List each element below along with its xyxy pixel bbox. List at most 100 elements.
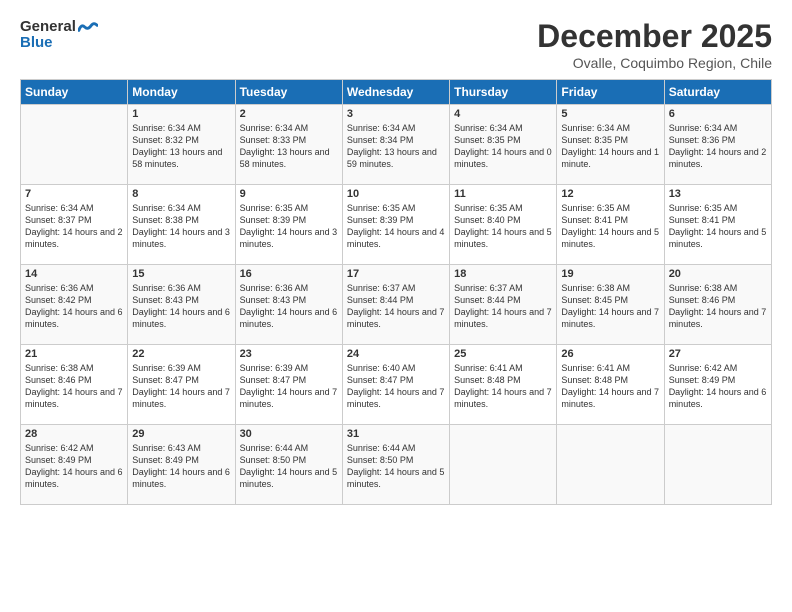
calendar-week-row: 14 Sunrise: 6:36 AMSunset: 8:42 PMDayligh… — [21, 265, 772, 345]
table-row: 11 Sunrise: 6:35 AMSunset: 8:40 PMDayligh… — [450, 185, 557, 265]
table-row: 16Sunrise: 6:36 AMSunset: 8:43 PMDayligh… — [235, 265, 342, 345]
cell-info: Sunrise: 6:35 AMSunset: 8:39 PMDaylight:… — [347, 202, 445, 251]
day-number: 14 — [25, 268, 123, 280]
day-number: 17 — [347, 268, 445, 280]
table-row: 1 Sunrise: 6:34 AMSunset: 8:32 PMDaylight… — [128, 105, 235, 185]
table-row — [21, 105, 128, 185]
table-row: 20 Sunrise: 6:38 AMSunset: 8:46 PMDayligh… — [664, 265, 771, 345]
cell-info: Sunrise: 6:42 AMSunset: 8:49 PMDaylight:… — [25, 442, 123, 491]
table-row: 9 Sunrise: 6:35 AMSunset: 8:39 PMDaylight… — [235, 185, 342, 265]
cell-info: Sunrise: 6:36 AMSunset: 8:43 PMDaylight:… — [132, 282, 230, 331]
day-number: 7 — [25, 188, 123, 200]
table-row: 14 Sunrise: 6:36 AMSunset: 8:42 PMDayligh… — [21, 265, 128, 345]
day-number: 30 — [240, 428, 338, 440]
location: Ovalle, Coquimbo Region, Chile — [537, 55, 772, 71]
table-row: 6 Sunrise: 6:34 AMSunset: 8:36 PMDaylight… — [664, 105, 771, 185]
day-number: 8 — [132, 188, 230, 200]
cell-info: Sunrise: 6:36 AMSunset: 8:42 PMDaylight:… — [25, 282, 123, 331]
table-row: 30Sunrise: 6:44 AMSunset: 8:50 PMDayligh… — [235, 425, 342, 505]
table-row: 8 Sunrise: 6:34 AMSunset: 8:38 PMDaylight… — [128, 185, 235, 265]
table-row: 15 Sunrise: 6:36 AMSunset: 8:43 PMDayligh… — [128, 265, 235, 345]
cell-info: Sunrise: 6:38 AMSunset: 8:46 PMDaylight:… — [25, 362, 123, 411]
month-title: December 2025 — [537, 18, 772, 55]
header-tuesday: Tuesday — [235, 80, 342, 105]
logo-blue-text: Blue — [20, 34, 98, 51]
header-sunday: Sunday — [21, 80, 128, 105]
header-friday: Friday — [557, 80, 664, 105]
calendar-week-row: 21Sunrise: 6:38 AMSunset: 8:46 PMDayligh… — [21, 345, 772, 425]
cell-info: Sunrise: 6:38 AMSunset: 8:46 PMDaylight:… — [669, 282, 767, 331]
table-row: 24Sunrise: 6:40 AMSunset: 8:47 PMDayligh… — [342, 345, 449, 425]
logo: General Blue — [20, 18, 98, 52]
day-number: 23 — [240, 348, 338, 360]
day-number: 29 — [132, 428, 230, 440]
day-number: 2 — [240, 108, 338, 120]
table-row: 10 Sunrise: 6:35 AMSunset: 8:39 PMDayligh… — [342, 185, 449, 265]
table-row: 5 Sunrise: 6:34 AMSunset: 8:35 PMDaylight… — [557, 105, 664, 185]
table-row: 22 Sunrise: 6:39 AMSunset: 8:47 PMDayligh… — [128, 345, 235, 425]
day-number: 19 — [561, 268, 659, 280]
table-row: 4Sunrise: 6:34 AMSunset: 8:35 PMDaylight… — [450, 105, 557, 185]
day-number: 24 — [347, 348, 445, 360]
table-row: 23Sunrise: 6:39 AMSunset: 8:47 PMDayligh… — [235, 345, 342, 425]
calendar-week-row: 28 Sunrise: 6:42 AMSunset: 8:49 PMDayligh… — [21, 425, 772, 505]
day-number: 9 — [240, 188, 338, 200]
day-number: 28 — [25, 428, 123, 440]
table-row: 19 Sunrise: 6:38 AMSunset: 8:45 PMDayligh… — [557, 265, 664, 345]
cell-info: Sunrise: 6:37 AMSunset: 8:44 PMDaylight:… — [347, 282, 445, 331]
cell-info: Sunrise: 6:35 AMSunset: 8:41 PMDaylight:… — [669, 202, 767, 251]
day-number: 3 — [347, 108, 445, 120]
table-row — [450, 425, 557, 505]
table-row: 3 Sunrise: 6:34 AMSunset: 8:34 PMDaylight… — [342, 105, 449, 185]
logo-general-text: General — [20, 18, 76, 35]
table-row: 13Sunrise: 6:35 AMSunset: 8:41 PMDayligh… — [664, 185, 771, 265]
header-wednesday: Wednesday — [342, 80, 449, 105]
day-number: 18 — [454, 268, 552, 280]
table-row: 25 Sunrise: 6:41 AMSunset: 8:48 PMDayligh… — [450, 345, 557, 425]
day-number: 6 — [669, 108, 767, 120]
cell-info: Sunrise: 6:34 AMSunset: 8:32 PMDaylight:… — [132, 122, 230, 171]
cell-info: Sunrise: 6:41 AMSunset: 8:48 PMDaylight:… — [454, 362, 552, 411]
calendar-table: Sunday Monday Tuesday Wednesday Thursday… — [20, 79, 772, 505]
day-number: 1 — [132, 108, 230, 120]
header-monday: Monday — [128, 80, 235, 105]
day-number: 15 — [132, 268, 230, 280]
day-number: 16 — [240, 268, 338, 280]
table-row: 12 Sunrise: 6:35 AMSunset: 8:41 PMDayligh… — [557, 185, 664, 265]
day-number: 10 — [347, 188, 445, 200]
day-number: 25 — [454, 348, 552, 360]
cell-info: Sunrise: 6:34 AMSunset: 8:35 PMDaylight:… — [561, 122, 659, 171]
table-row: 18Sunrise: 6:37 AMSunset: 8:44 PMDayligh… — [450, 265, 557, 345]
cell-info: Sunrise: 6:35 AMSunset: 8:39 PMDaylight:… — [240, 202, 338, 251]
cell-info: Sunrise: 6:38 AMSunset: 8:45 PMDaylight:… — [561, 282, 659, 331]
table-row: 21Sunrise: 6:38 AMSunset: 8:46 PMDayligh… — [21, 345, 128, 425]
cell-info: Sunrise: 6:34 AMSunset: 8:34 PMDaylight:… — [347, 122, 445, 171]
table-row: 17 Sunrise: 6:37 AMSunset: 8:44 PMDayligh… — [342, 265, 449, 345]
table-row: 27Sunrise: 6:42 AMSunset: 8:49 PMDayligh… — [664, 345, 771, 425]
header: General Blue December 2025 Ovalle, Coqui… — [20, 18, 772, 71]
cell-info: Sunrise: 6:34 AMSunset: 8:38 PMDaylight:… — [132, 202, 230, 251]
day-number: 26 — [561, 348, 659, 360]
cell-info: Sunrise: 6:34 AMSunset: 8:36 PMDaylight:… — [669, 122, 767, 171]
cell-info: Sunrise: 6:39 AMSunset: 8:47 PMDaylight:… — [132, 362, 230, 411]
table-row: 29 Sunrise: 6:43 AMSunset: 8:49 PMDayligh… — [128, 425, 235, 505]
calendar-week-row: 7Sunrise: 6:34 AMSunset: 8:37 PMDaylight… — [21, 185, 772, 265]
calendar-page: General Blue December 2025 Ovalle, Coqui… — [0, 0, 792, 612]
day-number: 5 — [561, 108, 659, 120]
cell-info: Sunrise: 6:41 AMSunset: 8:48 PMDaylight:… — [561, 362, 659, 411]
day-number: 20 — [669, 268, 767, 280]
day-number: 11 — [454, 188, 552, 200]
cell-info: Sunrise: 6:44 AMSunset: 8:50 PMDaylight:… — [347, 442, 445, 491]
table-row — [664, 425, 771, 505]
table-row: 26 Sunrise: 6:41 AMSunset: 8:48 PMDayligh… — [557, 345, 664, 425]
cell-info: Sunrise: 6:42 AMSunset: 8:49 PMDaylight:… — [669, 362, 767, 411]
day-number: 22 — [132, 348, 230, 360]
table-row — [557, 425, 664, 505]
cell-info: Sunrise: 6:35 AMSunset: 8:41 PMDaylight:… — [561, 202, 659, 251]
cell-info: Sunrise: 6:35 AMSunset: 8:40 PMDaylight:… — [454, 202, 552, 251]
day-number: 12 — [561, 188, 659, 200]
cell-info: Sunrise: 6:43 AMSunset: 8:49 PMDaylight:… — [132, 442, 230, 491]
table-row: 7Sunrise: 6:34 AMSunset: 8:37 PMDaylight… — [21, 185, 128, 265]
table-row: 31Sunrise: 6:44 AMSunset: 8:50 PMDayligh… — [342, 425, 449, 505]
table-row: 2Sunrise: 6:34 AMSunset: 8:33 PMDaylight… — [235, 105, 342, 185]
